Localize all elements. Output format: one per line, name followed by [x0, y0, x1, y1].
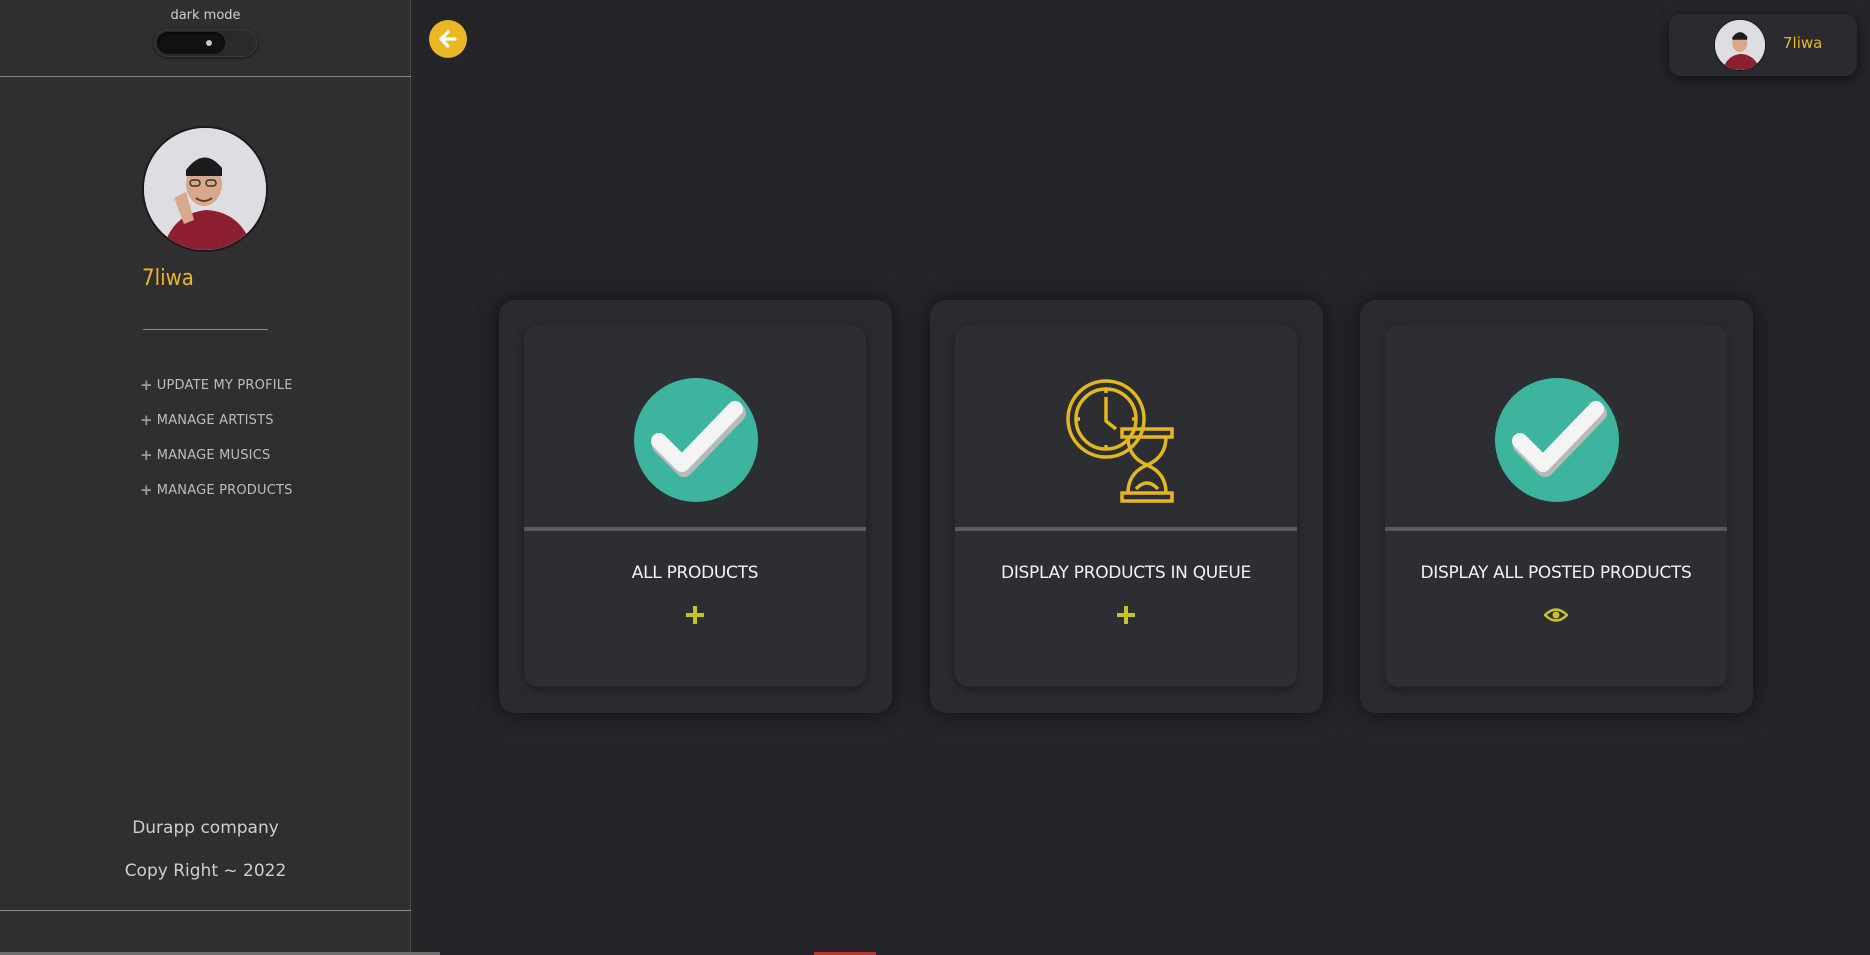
plus-icon: + [140, 411, 153, 429]
card-all-products: ALL PRODUCTS [499, 300, 892, 713]
dark-mode-toggle[interactable] [154, 29, 257, 57]
divider [0, 910, 411, 911]
card-title: DISPLAY PRODUCTS IN QUEUE [1001, 563, 1251, 583]
company-name: Durapp company [132, 818, 279, 838]
card-body: DISPLAY ALL POSTED PRODUCTS [1385, 325, 1727, 687]
avatar [1714, 19, 1766, 71]
card-posted-products: DISPLAY ALL POSTED PRODUCTS [1360, 300, 1753, 713]
divider [0, 76, 411, 77]
plus-icon: + [140, 446, 153, 464]
clock-hourglass-icon [1066, 379, 1174, 503]
divider [955, 527, 1297, 531]
eye-icon [1544, 608, 1568, 622]
sidebar-menu: + UPDATE MY PROFILE + MANAGE ARTISTS + M… [140, 378, 293, 518]
plus-icon [1117, 606, 1135, 624]
arrow-left-icon [439, 30, 457, 48]
add-button[interactable] [1111, 603, 1141, 627]
sidebar-item-manage-products[interactable]: + MANAGE PRODUCTS [140, 483, 293, 518]
sidebar-item-manage-artists[interactable]: + MANAGE ARTISTS [140, 413, 293, 448]
sidebar-item-label: MANAGE MUSICS [156, 448, 271, 463]
dark-mode-label: dark mode [170, 8, 241, 23]
check-circle-icon [634, 378, 758, 502]
plus-icon: + [140, 376, 153, 394]
toggle-knob [157, 32, 225, 54]
card-products-in-queue: DISPLAY PRODUCTS IN QUEUE [930, 300, 1323, 713]
card-body: DISPLAY PRODUCTS IN QUEUE [955, 325, 1297, 687]
sidebar-item-label: MANAGE PRODUCTS [156, 483, 293, 498]
avatar [142, 126, 268, 252]
sidebar-item-update-profile[interactable]: + UPDATE MY PROFILE [140, 378, 293, 413]
copyright: Copy Right ~ 2022 [124, 861, 287, 881]
header-user-name: 7liwa [1783, 34, 1823, 52]
add-button[interactable] [680, 603, 710, 627]
sidebar-item-manage-musics[interactable]: + MANAGE MUSICS [140, 448, 293, 483]
sidebar-item-label: UPDATE MY PROFILE [156, 378, 293, 393]
view-button[interactable] [1541, 603, 1571, 627]
sidebar-item-label: MANAGE ARTISTS [156, 413, 274, 428]
divider [143, 329, 268, 330]
card-title: DISPLAY ALL POSTED PRODUCTS [1420, 563, 1692, 583]
user-chip[interactable]: 7liwa [1669, 14, 1857, 76]
sidebar-user-name: 7liwa [142, 266, 194, 291]
plus-icon: + [140, 481, 153, 499]
card-title: ALL PRODUCTS [631, 563, 759, 583]
back-button[interactable] [429, 20, 467, 58]
divider [524, 527, 866, 531]
card-body: ALL PRODUCTS [524, 325, 866, 687]
plus-icon [686, 606, 704, 624]
sidebar: dark mode 7liwa + UPDATE MY PROFILE + MA… [0, 0, 411, 955]
check-circle-icon [1495, 378, 1619, 502]
divider [1385, 527, 1727, 531]
